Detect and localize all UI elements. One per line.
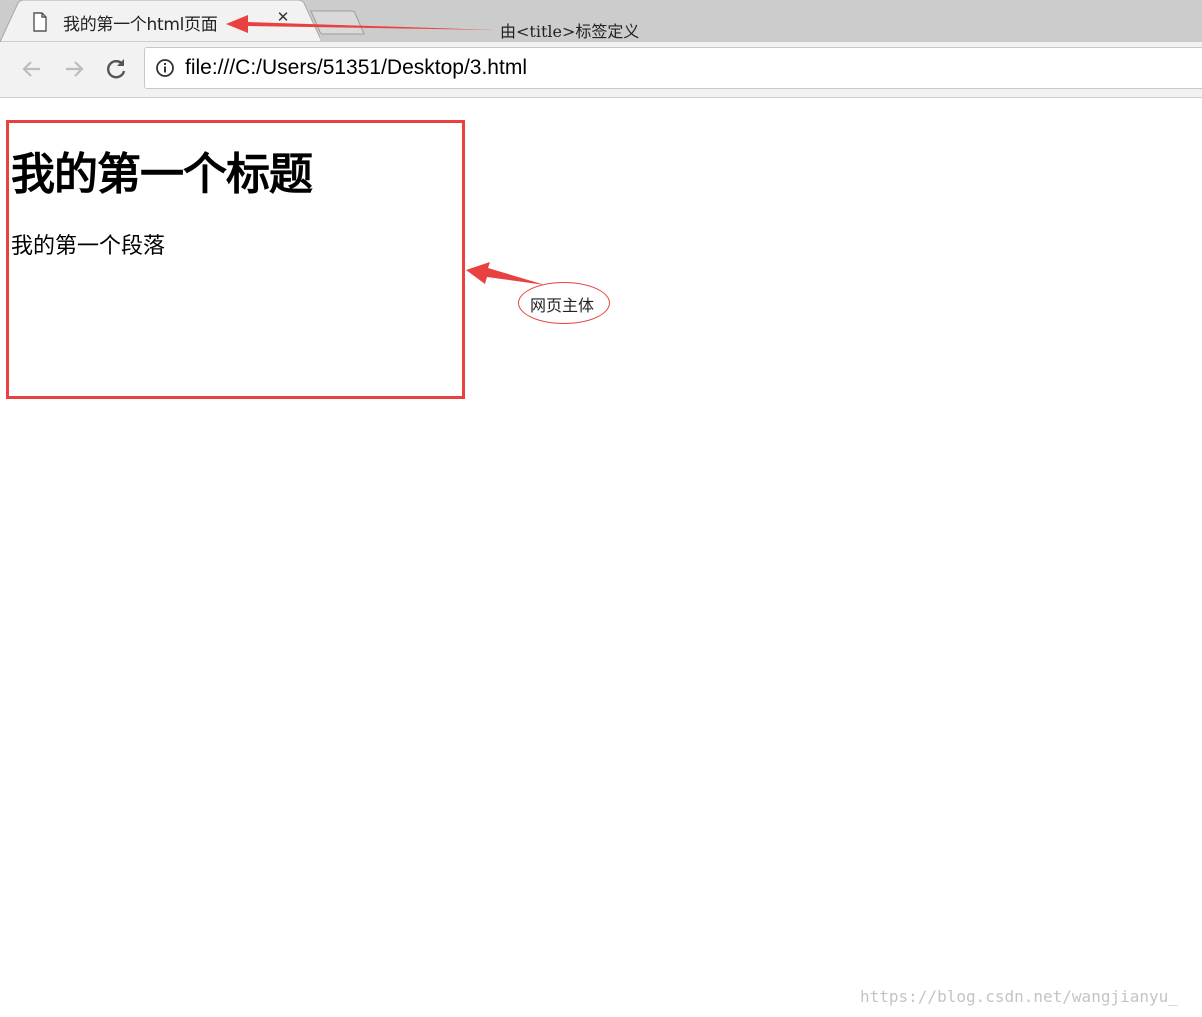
browser-toolbar: file:///C:/Users/51351/Desktop/3.html bbox=[0, 42, 1202, 98]
tab-title: 我的第一个html页面 bbox=[63, 15, 218, 35]
reload-icon[interactable] bbox=[103, 56, 129, 82]
tab-strip: 我的第一个html页面 ✕ bbox=[0, 0, 1202, 42]
page-viewport: 我的第一个标题 我的第一个段落 bbox=[0, 98, 1202, 1017]
info-icon[interactable] bbox=[155, 58, 175, 78]
address-bar[interactable]: file:///C:/Users/51351/Desktop/3.html bbox=[144, 47, 1202, 89]
page-heading: 我的第一个标题 bbox=[11, 149, 313, 200]
back-arrow-icon[interactable] bbox=[19, 56, 45, 82]
close-icon[interactable]: ✕ bbox=[273, 8, 293, 26]
document-icon bbox=[32, 12, 48, 32]
url-text[interactable]: file:///C:/Users/51351/Desktop/3.html bbox=[185, 56, 527, 80]
new-tab-button[interactable] bbox=[310, 10, 366, 40]
forward-arrow-icon[interactable] bbox=[61, 56, 87, 82]
page-paragraph: 我的第一个段落 bbox=[11, 234, 166, 259]
